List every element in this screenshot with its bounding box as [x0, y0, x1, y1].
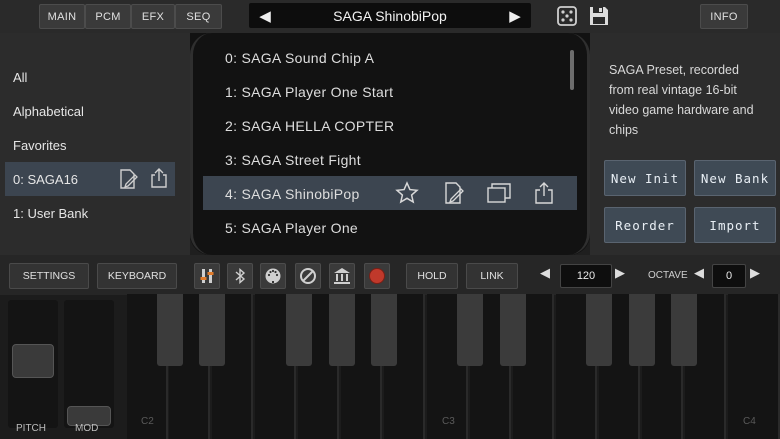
- keyboard-button[interactable]: KEYBOARD: [97, 263, 177, 289]
- share-icon[interactable]: [532, 181, 556, 205]
- black-key[interactable]: [157, 294, 183, 366]
- octave-value[interactable]: 0: [712, 264, 746, 288]
- preset-item[interactable]: 5: SAGA Player One: [225, 220, 358, 236]
- new-init-button[interactable]: New Init: [604, 160, 686, 196]
- settings-button[interactable]: SETTINGS: [9, 263, 89, 289]
- black-key[interactable]: [199, 294, 225, 366]
- preset-description: SAGA Preset, recorded from real vintage …: [609, 63, 754, 137]
- current-preset-name: SAGA ShinobiPop: [333, 7, 447, 24]
- link-button[interactable]: LINK: [466, 263, 518, 289]
- hold-button[interactable]: HOLD: [406, 263, 458, 289]
- next-preset-arrow-icon[interactable]: ▶: [503, 3, 527, 28]
- tempo-value[interactable]: 120: [560, 264, 612, 288]
- bank-favorites[interactable]: Favorites: [13, 138, 66, 153]
- edit-document-icon[interactable]: [117, 168, 139, 190]
- bank-alphabetical[interactable]: Alphabetical: [13, 104, 84, 119]
- octave-label: OCTAVE: [648, 270, 688, 281]
- tempo-increase-icon[interactable]: ▶: [615, 266, 627, 284]
- share-icon[interactable]: [148, 167, 170, 189]
- new-bank-button[interactable]: New Bank: [694, 160, 776, 196]
- preset-selector: ◀ SAGA ShinobiPop ▶: [249, 3, 531, 28]
- preset-item[interactable]: 3: SAGA Street Fight: [225, 152, 361, 168]
- bank-building-icon[interactable]: [329, 263, 355, 289]
- floppy-icon[interactable]: [587, 4, 611, 28]
- pitch-label: PITCH: [16, 423, 46, 434]
- edit-document-icon[interactable]: [442, 181, 466, 205]
- midi-icon[interactable]: [260, 263, 286, 289]
- record-icon[interactable]: [364, 263, 390, 289]
- tab-main[interactable]: MAIN: [39, 4, 85, 29]
- info-button[interactable]: INFO: [700, 4, 748, 29]
- bluetooth-icon[interactable]: [227, 263, 253, 289]
- preset-item[interactable]: 2: SAGA HELLA COPTER: [225, 118, 394, 134]
- octave-increase-icon[interactable]: ▶: [750, 266, 762, 284]
- tab-pcm[interactable]: PCM: [85, 4, 131, 29]
- prev-preset-arrow-icon[interactable]: ◀: [253, 3, 277, 28]
- preset-item[interactable]: 1: SAGA Player One Start: [225, 84, 393, 100]
- star-icon[interactable]: [395, 181, 419, 205]
- black-key[interactable]: [671, 294, 697, 366]
- note-label-c4: C4: [743, 416, 756, 427]
- preset-list-scrollbar[interactable]: [570, 50, 574, 90]
- reorder-button[interactable]: Reorder: [604, 207, 686, 243]
- note-label-c2: C2: [141, 416, 154, 427]
- dice-icon[interactable]: [556, 5, 578, 27]
- tab-seq[interactable]: SEQ: [175, 4, 222, 29]
- black-key[interactable]: [629, 294, 655, 366]
- mixer-icon[interactable]: [194, 263, 220, 289]
- black-key[interactable]: [457, 294, 483, 366]
- black-key[interactable]: [371, 294, 397, 366]
- octave-decrease-icon[interactable]: ◀: [694, 266, 706, 284]
- bank-saga16[interactable]: 0: SAGA16: [13, 172, 78, 187]
- black-key[interactable]: [286, 294, 312, 366]
- duplicate-icon[interactable]: [486, 182, 512, 204]
- preset-item-selected[interactable]: 4: SAGA ShinobiPop: [225, 186, 360, 202]
- note-label-c3: C3: [442, 416, 455, 427]
- pitch-wheel-handle[interactable]: [12, 344, 54, 378]
- tempo-decrease-icon[interactable]: ◀: [540, 266, 552, 284]
- bank-user[interactable]: 1: User Bank: [13, 206, 88, 221]
- import-button[interactable]: Import: [694, 207, 776, 243]
- tab-efx[interactable]: EFX: [131, 4, 175, 29]
- mod-label: MOD: [75, 423, 99, 434]
- black-key[interactable]: [500, 294, 526, 366]
- bank-all[interactable]: All: [13, 70, 27, 85]
- black-key[interactable]: [329, 294, 355, 366]
- black-key[interactable]: [586, 294, 612, 366]
- panic-stop-icon[interactable]: [295, 263, 321, 289]
- preset-item[interactable]: 0: SAGA Sound Chip A: [225, 50, 374, 66]
